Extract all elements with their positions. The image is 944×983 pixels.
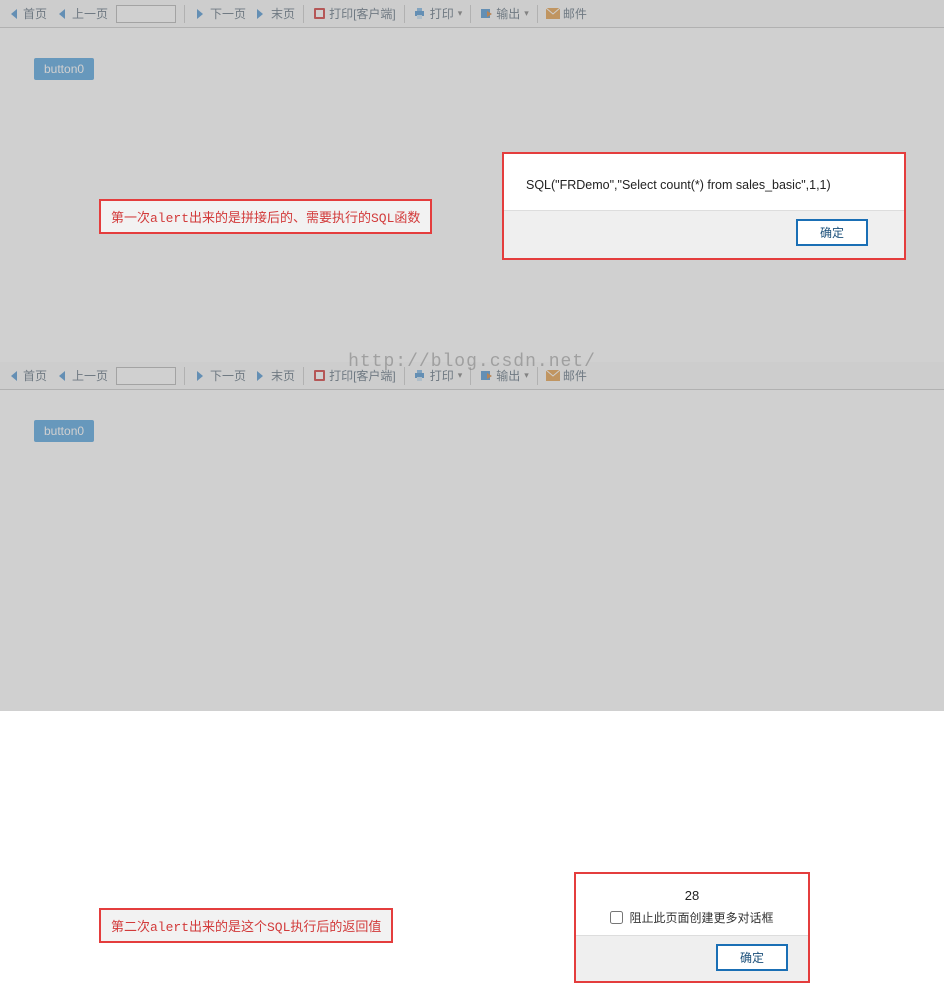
suppress-checkbox-label: 阻止此页面创建更多对话框 xyxy=(629,909,773,926)
export-label: 输出 xyxy=(496,367,520,384)
alert-ok-button[interactable]: 确定 xyxy=(716,944,788,971)
alert-ok-button[interactable]: 确定 xyxy=(796,219,868,246)
last-page-label: 末页 xyxy=(271,367,295,384)
prev-page-label: 上一页 xyxy=(72,367,108,384)
screenshot-panel-1: 首页 上一页 下一页 末页 打印[客户端] xyxy=(0,0,944,362)
prev-page-button[interactable]: 上一页 xyxy=(55,367,108,384)
first-page-label: 首页 xyxy=(23,5,47,22)
alert-dialog-2: 28 阻止此页面创建更多对话框 确定 xyxy=(574,872,810,983)
print-label: 打印 xyxy=(430,367,454,384)
toolbar-separator xyxy=(404,5,405,23)
print-client-button[interactable]: 打印[客户端] xyxy=(312,367,396,384)
export-icon xyxy=(479,7,493,21)
alert-message: SQL("FRDemo","Select count(*) from sales… xyxy=(504,154,904,210)
report-toolbar: 首页 上一页 下一页 末页 打印[客户端] xyxy=(0,0,944,28)
export-label: 输出 xyxy=(496,5,520,22)
dropdown-arrow-icon: ▾ xyxy=(524,370,529,381)
toolbar-separator xyxy=(303,367,304,385)
mail-label: 邮件 xyxy=(563,5,587,22)
first-page-icon xyxy=(6,369,20,383)
toolbar-separator xyxy=(470,5,471,23)
print-button[interactable]: 打印 ▾ xyxy=(413,5,463,22)
next-page-icon xyxy=(193,369,207,383)
pdf-icon xyxy=(312,7,326,21)
print-client-label: 打印[客户端] xyxy=(329,5,396,22)
first-page-button[interactable]: 首页 xyxy=(6,5,47,22)
annotation-first-alert: 第一次alert出来的是拼接后的、需要执行的SQL函数 xyxy=(99,199,432,234)
mail-icon xyxy=(546,369,560,383)
next-page-label: 下一页 xyxy=(210,5,246,22)
button0[interactable]: button0 xyxy=(34,420,94,442)
print-button[interactable]: 打印 ▾ xyxy=(413,367,463,384)
toolbar-separator xyxy=(184,367,185,385)
last-page-icon xyxy=(254,369,268,383)
first-page-label: 首页 xyxy=(23,367,47,384)
prev-page-label: 上一页 xyxy=(72,5,108,22)
report-toolbar: 首页 上一页 下一页 末页 打印[客户端] xyxy=(0,362,944,390)
mail-button[interactable]: 邮件 xyxy=(546,5,587,22)
screenshot-panel-2: 首页 上一页 下一页 末页 打印[客户端] xyxy=(0,362,944,711)
annotation-second-alert: 第二次alert出来的是这个SQL执行后的返回值 xyxy=(99,908,393,943)
toolbar-separator xyxy=(404,367,405,385)
printer-icon xyxy=(413,369,427,383)
mail-button[interactable]: 邮件 xyxy=(546,367,587,384)
dropdown-arrow-icon: ▾ xyxy=(458,370,463,381)
report-content: button0 xyxy=(0,390,944,711)
toolbar-separator xyxy=(537,5,538,23)
last-page-button[interactable]: 末页 xyxy=(254,5,295,22)
pdf-icon xyxy=(312,369,326,383)
alert-body: 28 阻止此页面创建更多对话框 xyxy=(576,874,808,935)
alert-result-value: 28 xyxy=(586,888,798,903)
toolbar-separator xyxy=(537,367,538,385)
last-page-icon xyxy=(254,7,268,21)
page-number-input[interactable] xyxy=(116,5,176,23)
next-page-label: 下一页 xyxy=(210,367,246,384)
next-page-button[interactable]: 下一页 xyxy=(193,367,246,384)
export-button[interactable]: 输出 ▾ xyxy=(479,5,529,22)
dropdown-arrow-icon: ▾ xyxy=(524,8,529,19)
first-page-button[interactable]: 首页 xyxy=(6,367,47,384)
export-button[interactable]: 输出 ▾ xyxy=(479,367,529,384)
first-page-icon xyxy=(6,7,20,21)
mail-icon xyxy=(546,7,560,21)
last-page-label: 末页 xyxy=(271,5,295,22)
suppress-checkbox-input[interactable] xyxy=(610,911,623,924)
last-page-button[interactable]: 末页 xyxy=(254,367,295,384)
alert-footer: 确定 xyxy=(504,210,904,258)
prev-page-icon xyxy=(55,7,69,21)
print-client-label: 打印[客户端] xyxy=(329,367,396,384)
toolbar-separator xyxy=(184,5,185,23)
next-page-icon xyxy=(193,7,207,21)
mail-label: 邮件 xyxy=(563,367,587,384)
print-label: 打印 xyxy=(430,5,454,22)
prev-page-icon xyxy=(55,369,69,383)
printer-icon xyxy=(413,7,427,21)
print-client-button[interactable]: 打印[客户端] xyxy=(312,5,396,22)
page-number-input[interactable] xyxy=(116,367,176,385)
toolbar-separator xyxy=(303,5,304,23)
suppress-dialogs-checkbox[interactable]: 阻止此页面创建更多对话框 xyxy=(610,909,773,926)
button0[interactable]: button0 xyxy=(34,58,94,80)
alert-dialog-1: SQL("FRDemo","Select count(*) from sales… xyxy=(502,152,906,260)
dropdown-arrow-icon: ▾ xyxy=(458,8,463,19)
export-icon xyxy=(479,369,493,383)
prev-page-button[interactable]: 上一页 xyxy=(55,5,108,22)
next-page-button[interactable]: 下一页 xyxy=(193,5,246,22)
toolbar-separator xyxy=(470,367,471,385)
alert-footer: 确定 xyxy=(576,935,808,981)
